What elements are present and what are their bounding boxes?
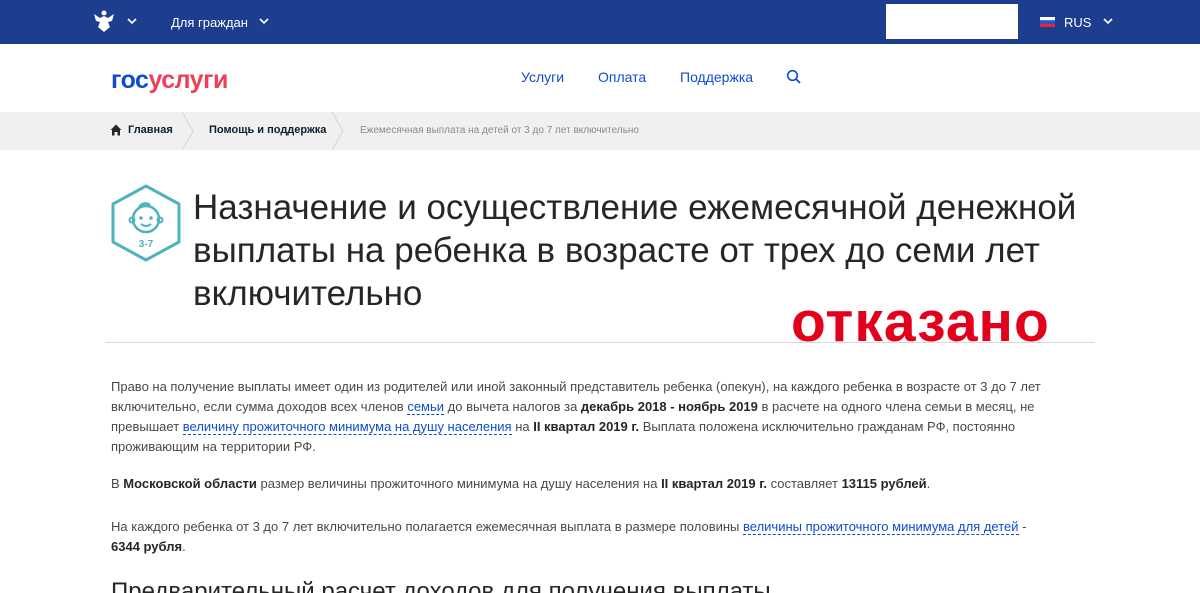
gosuslugi-logo[interactable]: госуслуги <box>111 66 228 95</box>
breadcrumb-separator <box>181 112 194 150</box>
nav-payment[interactable]: Оплата <box>598 69 646 85</box>
payment-amount-paragraph: На каждого ребенка от 3 до 7 лет включит… <box>111 519 1027 554</box>
language-selector[interactable]: RUS <box>1064 15 1091 30</box>
eligibility-paragraph: Право на получение выплаты имеет один из… <box>111 379 1041 454</box>
home-icon <box>110 124 122 136</box>
child-minimum-link[interactable]: величины прожиточного минимума для детей <box>743 519 1019 535</box>
child-3-7-icon: 3-7 <box>111 184 181 262</box>
breadcrumb-current: Ежемесячная выплата на детей от 3 до 7 л… <box>360 125 639 136</box>
chevron-down-icon[interactable] <box>1101 14 1115 28</box>
icon-age-label: 3-7 <box>139 239 154 250</box>
denied-stamp: отказано <box>791 290 1050 354</box>
russian-eagle-emblem-icon[interactable] <box>90 9 118 35</box>
for-citizens-menu[interactable]: Для граждан <box>171 15 248 30</box>
family-link[interactable]: семьи <box>407 399 445 415</box>
nav-services[interactable]: Услуги <box>521 69 564 85</box>
subsistence-minimum-link[interactable]: величину прожиточного минимума на душу н… <box>182 419 512 435</box>
chevron-down-icon[interactable] <box>125 14 139 28</box>
site-header: госуслуги Услуги Оплата Поддержка <box>0 44 1200 112</box>
chevron-down-icon[interactable] <box>257 14 271 28</box>
breadcrumb-separator <box>331 112 344 150</box>
region-minimum-paragraph: В Московской области размер величины про… <box>111 476 931 491</box>
section-heading: Предварительный расчет доходов для получ… <box>111 578 771 593</box>
russian-flag-icon <box>1040 17 1055 27</box>
breadcrumb-support[interactable]: Помощь и поддержка <box>209 124 326 136</box>
top-search-box[interactable] <box>886 4 1018 39</box>
nav-support[interactable]: Поддержка <box>680 69 753 85</box>
title-divider <box>105 342 1095 343</box>
search-icon[interactable] <box>786 69 802 85</box>
breadcrumb-home[interactable]: Главная <box>128 124 173 136</box>
top-bar: Для граждан RUS <box>0 0 1200 44</box>
breadcrumb: Главная Помощь и поддержка Ежемесячная в… <box>0 112 1200 150</box>
